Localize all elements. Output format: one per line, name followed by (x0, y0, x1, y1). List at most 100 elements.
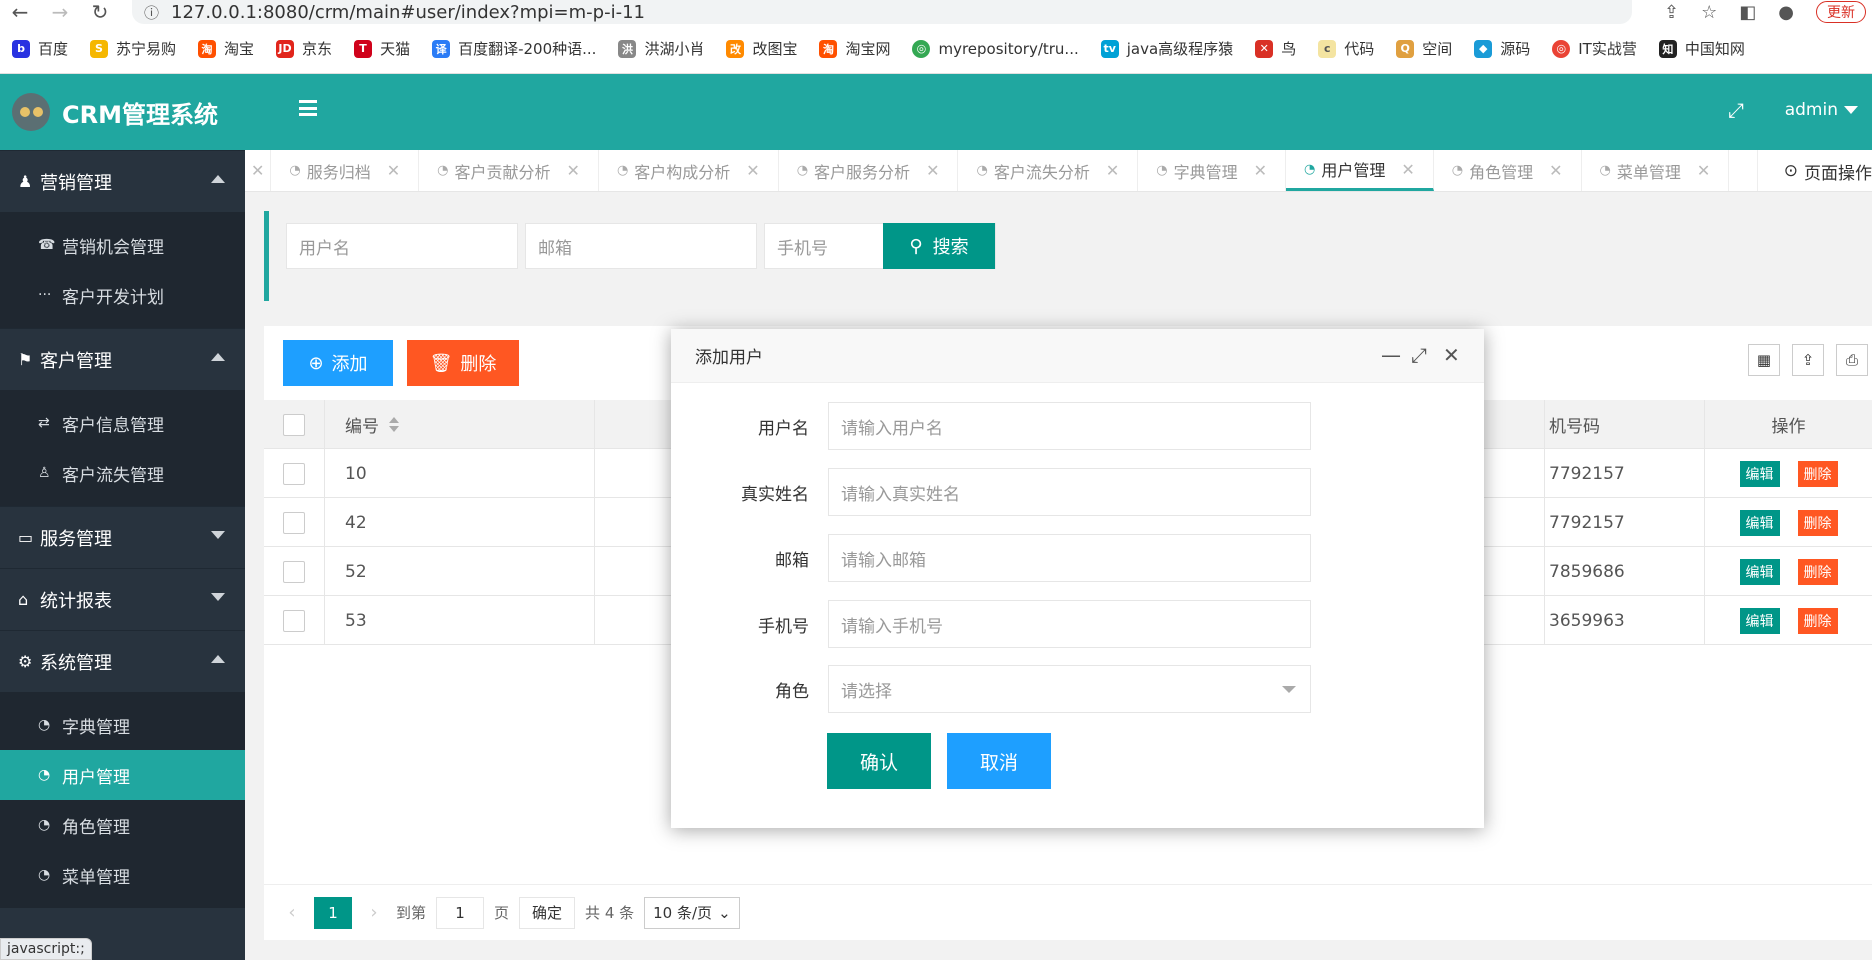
tab-loss-analysis[interactable]: ◔ 客户流失分析 ✕ (958, 150, 1139, 191)
sidebar-item-customer-loss[interactable]: ♙ 客户流失管理 (0, 448, 245, 498)
role-select[interactable]: 请选择 (828, 665, 1311, 713)
sidebar-item-roles[interactable]: ◔ 角色管理 (0, 800, 245, 850)
bookmark-item[interactable]: c 代码 (1318, 38, 1374, 59)
close-icon[interactable]: ✕ (746, 161, 759, 180)
sidebar-item-dictionary[interactable]: ◔ 字典管理 (0, 700, 245, 750)
page-size-select[interactable]: 10 条/页 ⌄ (644, 896, 740, 929)
goto-confirm-button[interactable]: 确定 (519, 896, 576, 929)
sidebar-item-opportunity[interactable]: ☎ 营销机会管理 (0, 220, 245, 270)
close-icon[interactable]: ✕ (1401, 160, 1414, 179)
dialog-title-bar[interactable]: 添加用户 — ⤢ ✕ (671, 329, 1484, 383)
delete-button[interactable]: 删除 (1797, 558, 1838, 585)
row-checkbox[interactable] (283, 511, 305, 534)
bookmark-item[interactable]: ✕ 鸟 (1255, 38, 1296, 59)
prev-page-icon[interactable]: ‹ (280, 902, 304, 923)
sidebar-item-menus[interactable]: ◔ 菜单管理 (0, 850, 245, 900)
bookmark-item[interactable]: JD 京东 (276, 38, 332, 59)
maximize-icon[interactable]: ⤢ (1411, 343, 1427, 367)
header-id[interactable]: 编号 (325, 400, 595, 449)
username-search-input[interactable]: 用户名 (286, 223, 518, 269)
edit-button[interactable]: 编辑 (1739, 607, 1780, 634)
edit-button[interactable]: 编辑 (1739, 509, 1780, 536)
sidebar-group-customer[interactable]: ⚑ 客户管理 (0, 328, 245, 390)
sidebar-group-reports[interactable]: ⌂ 统计报表 (0, 568, 245, 630)
bookmark-item[interactable]: tv java高级程序猿 (1100, 38, 1233, 59)
tab-close-partial[interactable]: ✕ (245, 150, 272, 191)
bookmark-item[interactable]: 知中国知网 (1658, 38, 1745, 59)
app-logo[interactable]: CRM管理系统 (0, 74, 245, 150)
bookmark-item[interactable]: Q 空间 (1396, 38, 1452, 59)
page-current[interactable]: 1 (314, 896, 352, 929)
row-checkbox[interactable] (283, 462, 305, 485)
sidebar-item-customer-info[interactable]: ⇄ 客户信息管理 (0, 398, 245, 448)
email-input[interactable]: 请输入邮箱 (828, 534, 1311, 582)
print-icon[interactable]: ⎙ (1836, 344, 1868, 376)
bookmark-item[interactable]: ◎ myrepository/tru... (912, 39, 1079, 58)
cancel-button[interactable]: 取消 (947, 733, 1051, 789)
next-page-icon[interactable]: › (362, 902, 386, 923)
close-icon[interactable]: ✕ (1106, 161, 1119, 180)
confirm-button[interactable]: 确认 (827, 733, 931, 789)
share-icon[interactable]: ⇪ (1664, 2, 1679, 23)
tab-composition[interactable]: ◔ 客户构成分析 ✕ (599, 150, 779, 191)
bookmark-item[interactable]: b 百度 (12, 38, 68, 59)
bookmark-item[interactable]: ◆ 源码 (1474, 38, 1530, 59)
reload-icon[interactable]: ↻ (80, 0, 120, 24)
bookmark-item[interactable]: ◎ IT实战营 (1552, 38, 1637, 59)
user-menu[interactable]: admin (1785, 100, 1858, 120)
tab-roles[interactable]: ◔ 角色管理 ✕ (1434, 150, 1582, 191)
bookmark-item[interactable]: 译百度翻译-200种语... (432, 38, 596, 59)
tab-contribution[interactable]: ◔ 客户贡献分析 ✕ (419, 150, 599, 191)
columns-icon[interactable]: ▦ (1748, 344, 1780, 376)
close-icon[interactable]: ✕ (1549, 161, 1562, 180)
close-icon[interactable]: ✕ (1254, 161, 1267, 180)
edit-button[interactable]: 编辑 (1739, 558, 1780, 585)
tab-service-analysis[interactable]: ◔ 客户服务分析 ✕ (779, 150, 959, 191)
delete-button[interactable]: 删除 (1797, 460, 1838, 487)
goto-page-input[interactable]: 1 (436, 896, 485, 929)
username-input[interactable]: 请输入用户名 (828, 402, 1311, 450)
address-bar[interactable]: ⓘ 127.0.0.1:8080/crm/main#user/index?mpi… (132, 0, 1632, 24)
bookmark-item[interactable]: 淘淘宝网 (819, 38, 890, 59)
delete-button[interactable]: 删除 (1797, 509, 1838, 536)
bookmark-item[interactable]: 改改图宝 (726, 38, 797, 59)
page-operations-button[interactable]: ⊙ 页面操作 (1756, 150, 1872, 191)
update-button[interactable]: 更新 (1816, 1, 1866, 23)
sidebar-group-service[interactable]: ▭ 服务管理 (0, 506, 245, 568)
close-icon[interactable]: ✕ (567, 161, 580, 180)
search-button[interactable]: ⚲ 搜索 (883, 223, 995, 269)
email-search-input[interactable]: 邮箱 (525, 223, 757, 269)
tab-users[interactable]: ◔ 用户管理 ✕ (1286, 150, 1434, 191)
bookmark-item[interactable]: S 苏宁易购 (90, 38, 176, 59)
row-checkbox[interactable] (283, 560, 305, 583)
forward-icon[interactable]: → (40, 0, 80, 24)
close-icon[interactable]: ✕ (251, 161, 264, 180)
menu-toggle-icon[interactable] (299, 100, 317, 116)
close-icon[interactable]: ✕ (926, 161, 939, 180)
sidebar-group-system[interactable]: ⚙ 系统管理 (0, 630, 245, 692)
batch-delete-button[interactable]: 🗑 删除 (407, 340, 519, 386)
edit-button[interactable]: 编辑 (1739, 460, 1780, 487)
bookmark-item[interactable]: T 天猫 (354, 38, 410, 59)
bookmark-star-icon[interactable]: ☆ (1701, 2, 1717, 23)
fullscreen-icon[interactable]: ⤢ (1728, 98, 1744, 122)
delete-button[interactable]: 删除 (1797, 607, 1838, 634)
site-info-icon[interactable]: ⓘ (144, 2, 159, 23)
bookmark-item[interactable]: 淘淘宝 (198, 38, 254, 59)
tab-service-archive[interactable]: ◔ 服务归档 ✕ (271, 150, 420, 191)
profile-icon[interactable]: ● (1778, 2, 1794, 23)
tab-menus[interactable]: ◔ 菜单管理 ✕ (1582, 150, 1730, 191)
export-icon[interactable]: ⇪ (1792, 344, 1824, 376)
back-icon[interactable]: ← (0, 0, 40, 24)
sidebar-item-users[interactable]: ◔ 用户管理 (0, 750, 245, 800)
close-icon[interactable]: ✕ (1697, 161, 1710, 180)
add-button[interactable]: ⊕ 添加 (283, 340, 393, 386)
sidebar-group-marketing[interactable]: ♟ 营销管理 (0, 150, 245, 212)
realname-input[interactable]: 请输入真实姓名 (828, 468, 1311, 516)
close-icon[interactable]: ✕ (1443, 343, 1460, 367)
sidebar-item-dev-plan[interactable]: ··· 客户开发计划 (0, 270, 245, 320)
minimize-icon[interactable]: — (1381, 343, 1401, 367)
tab-dictionary[interactable]: ◔ 字典管理 ✕ (1138, 150, 1286, 191)
select-all-checkbox[interactable] (283, 413, 305, 436)
sidepanel-icon[interactable]: ◧ (1739, 2, 1756, 23)
